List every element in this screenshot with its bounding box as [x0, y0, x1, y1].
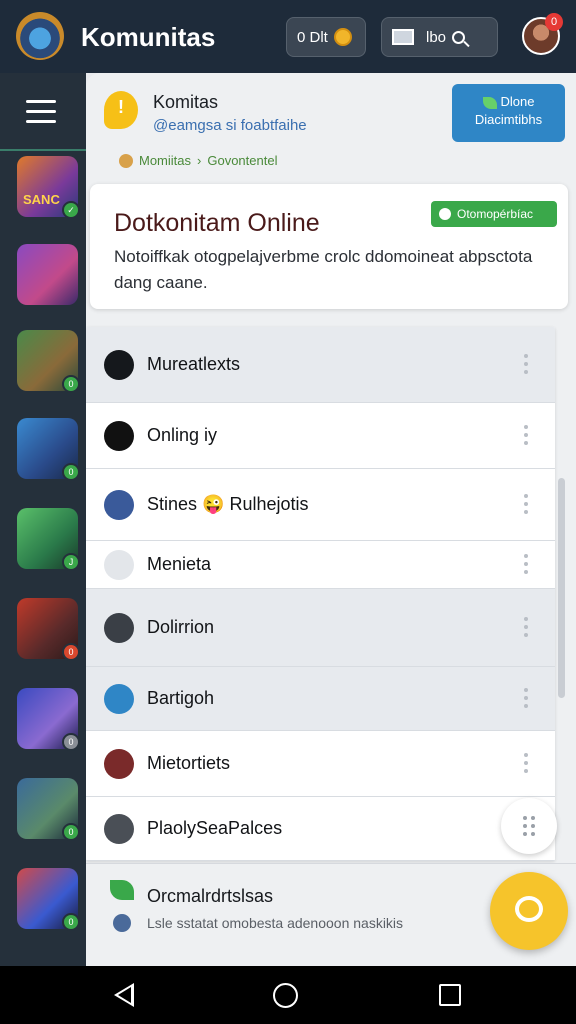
leaf-icon	[482, 96, 497, 109]
header-action-button[interactable]: Dlone Diacimtibhs	[452, 84, 565, 142]
chat-icon	[515, 896, 543, 922]
game-status-badge: 0	[62, 463, 80, 481]
breadcrumb-item[interactable]: Govontentel	[207, 153, 277, 168]
chat-fab-button[interactable]	[490, 872, 568, 950]
game-status-badge: 0	[62, 643, 80, 661]
top-app-bar: Komunitas 0 Dlt lbo 0	[0, 0, 576, 73]
more-options-icon[interactable]	[523, 494, 529, 516]
online-info-card: Dotkonitam Online Otomopérbíac Notoiffka…	[90, 184, 568, 309]
game-art-icon	[17, 244, 78, 305]
more-options-icon[interactable]	[523, 425, 529, 447]
notification-badge: 0	[545, 13, 563, 31]
header-title: Komitas	[153, 92, 219, 112]
rail-game-4-tile[interactable]: 0	[17, 418, 80, 481]
game-thumb-icon	[104, 490, 134, 520]
knight-avatar-icon	[104, 814, 134, 844]
list-item-label: Onling iy	[147, 425, 218, 445]
inbox-label: lbo	[426, 28, 447, 46]
card-badge[interactable]: Otomopérbíac	[431, 201, 557, 227]
helmet-avatar-icon	[104, 613, 134, 643]
coin-icon	[333, 28, 352, 46]
recents-icon[interactable]	[439, 984, 461, 1006]
list-item-label: Menieta	[147, 554, 212, 574]
dots-icon	[104, 550, 134, 580]
rail-game-3-tile[interactable]: 0	[17, 330, 80, 393]
warrior-avatar-icon	[104, 749, 134, 779]
rail-game-6-tile[interactable]: 0	[17, 598, 80, 661]
list-item-label: Dolirrion	[147, 617, 215, 637]
system-nav-bar	[0, 966, 576, 1024]
card-body: Notoiffkak otogpelajverbme crolc ddomoin…	[114, 247, 533, 292]
game-status-badge: 0	[62, 733, 80, 751]
mail-icon	[392, 29, 414, 45]
list-item-label: PlaolySeaPalces	[147, 818, 283, 838]
list-item-label: Mietortiets	[147, 753, 231, 773]
hamburger-menu-icon[interactable]	[0, 73, 86, 151]
list-item[interactable]: Onling iy	[86, 403, 555, 469]
channel-list: Mureatlexts Onling iy Stines 😜 Rulhejotis M…	[86, 327, 555, 861]
list-item-label: Mureatlexts	[147, 354, 241, 374]
more-options-icon[interactable]	[523, 354, 529, 376]
bottom-card-title: Orcmalrdrtslsas	[147, 886, 274, 906]
grid-dots-icon[interactable]	[501, 798, 557, 854]
rail-game-5-tile[interactable]: J	[17, 508, 80, 571]
rail-game-1-tile[interactable]: SANC ✓	[17, 156, 80, 219]
card-title: Dotkonitam Online	[114, 209, 320, 237]
game-status-badge: 0	[62, 913, 80, 931]
online-status-button[interactable]: 0 Dlt	[286, 17, 366, 57]
rail-game-8-tile[interactable]: 0	[17, 778, 80, 841]
list-item[interactable]: Stines 😜 Rulhejotis	[86, 469, 555, 541]
app-logo-icon[interactable]	[16, 12, 64, 60]
list-item[interactable]: Mureatlexts	[86, 327, 555, 403]
scrollbar[interactable]	[558, 478, 565, 698]
list-item-label: Stines 😜 Rulhejotis	[147, 494, 309, 514]
online-status-label: 0 Dlt	[297, 28, 328, 46]
more-options-icon[interactable]	[523, 554, 529, 576]
list-divider	[86, 860, 555, 861]
edit-icon	[439, 208, 451, 220]
list-item[interactable]: PlaolySeaPalces	[86, 797, 555, 861]
globe-icon	[113, 914, 131, 932]
lightning-blue-icon	[104, 684, 134, 714]
breadcrumb-separator: ›	[197, 153, 202, 168]
card-badge-label: Otomopérbíac	[457, 207, 534, 221]
game-status-badge: J	[62, 553, 80, 571]
more-options-icon[interactable]	[523, 688, 529, 710]
header-subtitle[interactable]: @eamgsa si foabtfaihe	[153, 117, 307, 134]
community-alert-icon	[104, 91, 138, 129]
bottom-card-subtitle: Lsle sstatat omobesta adenooon naskikis	[147, 915, 404, 931]
coin-icon	[119, 153, 133, 168]
app-title: Komunitas	[81, 22, 216, 52]
rail-game-9-tile[interactable]: 0	[17, 868, 80, 931]
leaf-icon	[110, 880, 134, 900]
rail-game-2-tile[interactable]	[17, 244, 78, 305]
circle-dots-icon	[104, 350, 134, 380]
back-icon[interactable]	[114, 983, 134, 1007]
list-item[interactable]: Menieta	[86, 541, 555, 589]
list-item[interactable]: Bartigoh	[86, 667, 555, 731]
game-status-badge: 0	[62, 375, 80, 393]
search-icon	[452, 30, 466, 44]
lightning-icon	[104, 421, 134, 451]
game-status-badge: ✓	[62, 201, 80, 219]
game-status-badge: 0	[62, 823, 80, 841]
main-panel: Komitas @eamgsa si foabtfaihe Dlone Diac…	[86, 73, 576, 966]
rail-game-7-tile[interactable]: 0	[17, 688, 80, 751]
more-options-icon[interactable]	[523, 617, 529, 639]
list-item[interactable]: Dolirrion	[86, 589, 555, 667]
breadcrumb-item[interactable]: Momiitas	[139, 153, 191, 168]
inbox-search-button[interactable]: lbo	[381, 17, 498, 57]
more-options-icon[interactable]	[523, 753, 529, 775]
home-icon[interactable]	[273, 983, 298, 1008]
list-item-label: Bartigoh	[147, 688, 215, 708]
list-item[interactable]: Mietortiets	[86, 731, 555, 797]
breadcrumb: Momiitas › Govontentel	[119, 153, 277, 168]
